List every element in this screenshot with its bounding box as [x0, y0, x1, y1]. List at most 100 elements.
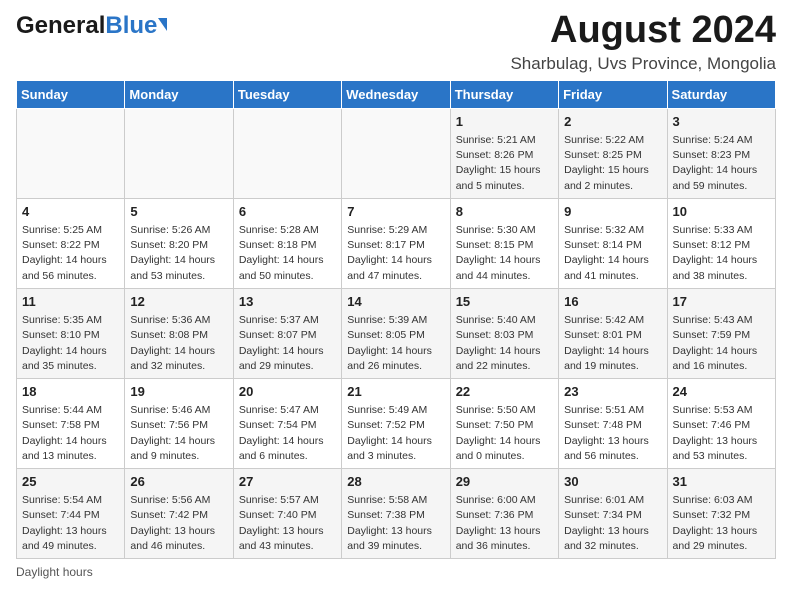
cell-info: Sunrise: 5:37 AM Sunset: 8:07 PM Dayligh… — [239, 313, 336, 374]
daylight-label: Daylight hours — [16, 565, 93, 579]
calendar-week-row: 11Sunrise: 5:35 AM Sunset: 8:10 PM Dayli… — [17, 288, 776, 378]
cell-info: Sunrise: 5:44 AM Sunset: 7:58 PM Dayligh… — [22, 403, 119, 464]
header-thursday: Thursday — [450, 80, 558, 108]
table-row: 13 Sunrise: 5:37 AM Sunset: 8:07 PM Dayli… — [233, 288, 341, 378]
calendar-week-row: 1 Sunrise: 5:21 AM Sunset: 8:26 PM Daylig… — [17, 108, 776, 198]
cell-info: Sunrise: 6:03 AM Sunset: 7:32 PM Dayligh… — [673, 493, 770, 554]
logo: General Blue — [16, 10, 167, 38]
calendar-week-row: 18Sunrise: 5:44 AM Sunset: 7:58 PM Dayli… — [17, 378, 776, 468]
cell-day-number: 17 — [673, 293, 770, 311]
logo-triangle-icon — [158, 18, 167, 31]
table-row: 26 Sunrise: 5:56 AM Sunset: 7:42 PM Dayli… — [125, 469, 233, 559]
table-row: 27 Sunrise: 5:57 AM Sunset: 7:40 PM Dayli… — [233, 469, 341, 559]
title-block: August 2024 Sharbulag, Uvs Province, Mon… — [510, 10, 776, 74]
calendar-table: Sunday Monday Tuesday Wednesday Thursday… — [16, 80, 776, 559]
cell-info: Sunrise: 5:58 AM Sunset: 7:38 PM Dayligh… — [347, 493, 444, 554]
cell-day-number: 1 — [456, 113, 553, 131]
cell-info: Sunrise: 5:56 AM Sunset: 7:42 PM Dayligh… — [130, 493, 227, 554]
table-row: 5 Sunrise: 5:26 AM Sunset: 8:20 PM Daylig… — [125, 198, 233, 288]
table-row: 3 Sunrise: 5:24 AM Sunset: 8:23 PM Daylig… — [667, 108, 775, 198]
table-row: 8Sunrise: 5:30 AM Sunset: 8:15 PM Daylig… — [450, 198, 558, 288]
header-sunday: Sunday — [17, 80, 125, 108]
footer: Daylight hours — [16, 565, 776, 579]
cell-info: Sunrise: 5:51 AM Sunset: 7:48 PM Dayligh… — [564, 403, 661, 464]
cell-info: Sunrise: 5:28 AM Sunset: 8:18 PM Dayligh… — [239, 223, 336, 284]
cell-day-number: 12 — [130, 293, 227, 311]
table-row: 21 Sunrise: 5:49 AM Sunset: 7:52 PM Dayli… — [342, 378, 450, 468]
cell-info: Sunrise: 6:01 AM Sunset: 7:34 PM Dayligh… — [564, 493, 661, 554]
cell-info: Sunrise: 5:21 AM Sunset: 8:26 PM Dayligh… — [456, 133, 553, 194]
cell-info: Sunrise: 5:24 AM Sunset: 8:23 PM Dayligh… — [673, 133, 770, 194]
header-wednesday: Wednesday — [342, 80, 450, 108]
cell-day-number: 5 — [130, 203, 227, 221]
calendar-header-row: Sunday Monday Tuesday Wednesday Thursday… — [17, 80, 776, 108]
cell-info: Sunrise: 5:22 AM Sunset: 8:25 PM Dayligh… — [564, 133, 661, 194]
table-row — [233, 108, 341, 198]
table-row: 14Sunrise: 5:39 AM Sunset: 8:05 PM Dayli… — [342, 288, 450, 378]
cell-day-number: 3 — [673, 113, 770, 131]
cell-day-number: 19 — [130, 383, 227, 401]
cell-info: Sunrise: 5:32 AM Sunset: 8:14 PM Dayligh… — [564, 223, 661, 284]
cell-day-number: 21 — [347, 383, 444, 401]
cell-day-number: 13 — [239, 293, 336, 311]
page-container: General Blue August 2024 Sharbulag, Uvs … — [0, 0, 792, 589]
cell-day-number: 9 — [564, 203, 661, 221]
page-subtitle: Sharbulag, Uvs Province, Mongolia — [510, 54, 776, 74]
cell-day-number: 28 — [347, 473, 444, 491]
cell-info: Sunrise: 5:53 AM Sunset: 7:46 PM Dayligh… — [673, 403, 770, 464]
cell-day-number: 27 — [239, 473, 336, 491]
table-row: 30 Sunrise: 6:01 AM Sunset: 7:34 PM Dayli… — [559, 469, 667, 559]
table-row: 4 Sunrise: 5:25 AM Sunset: 8:22 PM Daylig… — [17, 198, 125, 288]
cell-info: Sunrise: 5:54 AM Sunset: 7:44 PM Dayligh… — [22, 493, 119, 554]
table-row: 28 Sunrise: 5:58 AM Sunset: 7:38 PM Dayli… — [342, 469, 450, 559]
cell-day-number: 25 — [22, 473, 119, 491]
cell-day-number: 16 — [564, 293, 661, 311]
table-row: 29 Sunrise: 6:00 AM Sunset: 7:36 PM Dayli… — [450, 469, 558, 559]
cell-info: Sunrise: 5:36 AM Sunset: 8:08 PM Dayligh… — [130, 313, 227, 374]
table-row: 12 Sunrise: 5:36 AM Sunset: 8:08 PM Dayli… — [125, 288, 233, 378]
cell-info: Sunrise: 5:47 AM Sunset: 7:54 PM Dayligh… — [239, 403, 336, 464]
cell-info: Sunrise: 5:57 AM Sunset: 7:40 PM Dayligh… — [239, 493, 336, 554]
table-row: 18Sunrise: 5:44 AM Sunset: 7:58 PM Dayli… — [17, 378, 125, 468]
table-row: 17 Sunrise: 5:43 AM Sunset: 7:59 PM Dayli… — [667, 288, 775, 378]
cell-day-number: 8 — [456, 203, 553, 221]
cell-info: Sunrise: 5:42 AM Sunset: 8:01 PM Dayligh… — [564, 313, 661, 374]
table-row: 10Sunrise: 5:33 AM Sunset: 8:12 PM Dayli… — [667, 198, 775, 288]
cell-day-number: 10 — [673, 203, 770, 221]
logo-general: General — [16, 14, 105, 38]
cell-info: Sunrise: 5:49 AM Sunset: 7:52 PM Dayligh… — [347, 403, 444, 464]
cell-day-number: 24 — [673, 383, 770, 401]
cell-day-number: 2 — [564, 113, 661, 131]
cell-info: Sunrise: 5:43 AM Sunset: 7:59 PM Dayligh… — [673, 313, 770, 374]
cell-info: Sunrise: 5:40 AM Sunset: 8:03 PM Dayligh… — [456, 313, 553, 374]
cell-day-number: 11 — [22, 293, 119, 311]
calendar-week-row: 25 Sunrise: 5:54 AM Sunset: 7:44 PM Dayli… — [17, 469, 776, 559]
table-row: 7 Sunrise: 5:29 AM Sunset: 8:17 PM Daylig… — [342, 198, 450, 288]
cell-day-number: 22 — [456, 383, 553, 401]
cell-info: Sunrise: 5:29 AM Sunset: 8:17 PM Dayligh… — [347, 223, 444, 284]
header-friday: Friday — [559, 80, 667, 108]
table-row: 20 Sunrise: 5:47 AM Sunset: 7:54 PM Dayli… — [233, 378, 341, 468]
table-row: 2 Sunrise: 5:22 AM Sunset: 8:25 PM Daylig… — [559, 108, 667, 198]
table-row: 24 Sunrise: 5:53 AM Sunset: 7:46 PM Dayli… — [667, 378, 775, 468]
cell-day-number: 6 — [239, 203, 336, 221]
table-row — [17, 108, 125, 198]
cell-info: Sunrise: 6:00 AM Sunset: 7:36 PM Dayligh… — [456, 493, 553, 554]
table-row: 19Sunrise: 5:46 AM Sunset: 7:56 PM Dayli… — [125, 378, 233, 468]
cell-day-number: 30 — [564, 473, 661, 491]
cell-day-number: 31 — [673, 473, 770, 491]
cell-day-number: 20 — [239, 383, 336, 401]
cell-info: Sunrise: 5:25 AM Sunset: 8:22 PM Dayligh… — [22, 223, 119, 284]
cell-day-number: 26 — [130, 473, 227, 491]
header: General Blue August 2024 Sharbulag, Uvs … — [16, 10, 776, 74]
cell-day-number: 29 — [456, 473, 553, 491]
table-row: 15Sunrise: 5:40 AM Sunset: 8:03 PM Dayli… — [450, 288, 558, 378]
logo-blue: Blue — [105, 14, 157, 38]
cell-info: Sunrise: 5:26 AM Sunset: 8:20 PM Dayligh… — [130, 223, 227, 284]
header-monday: Monday — [125, 80, 233, 108]
cell-day-number: 7 — [347, 203, 444, 221]
table-row — [342, 108, 450, 198]
cell-info: Sunrise: 5:39 AM Sunset: 8:05 PM Dayligh… — [347, 313, 444, 374]
cell-day-number: 4 — [22, 203, 119, 221]
table-row — [125, 108, 233, 198]
